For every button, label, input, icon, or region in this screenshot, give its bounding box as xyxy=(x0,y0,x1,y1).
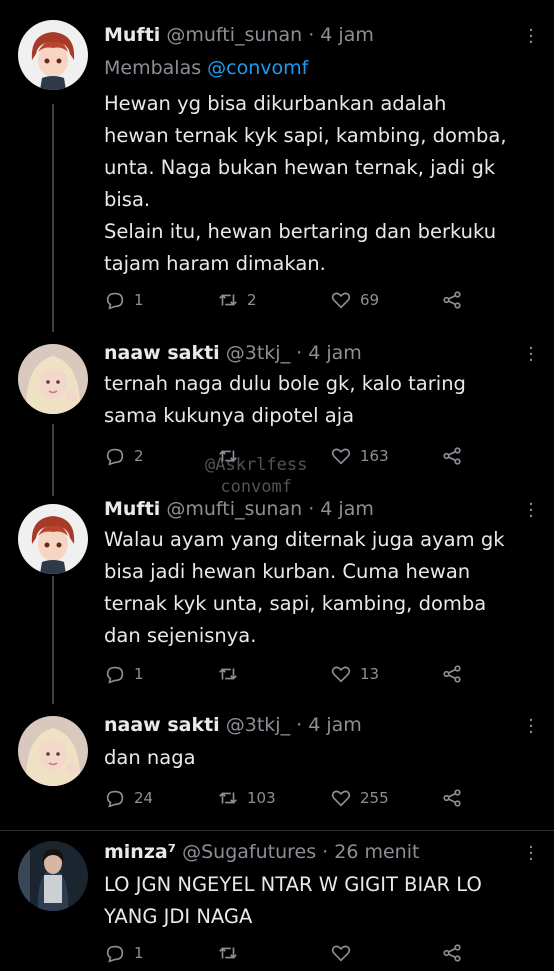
share-icon xyxy=(443,789,461,807)
tweet-actions: 1 2 69 xyxy=(104,288,484,312)
timestamp[interactable]: · 4 jam xyxy=(308,24,374,46)
retweet-icon xyxy=(219,294,237,306)
like-button[interactable]: 13 xyxy=(330,662,379,686)
reply-button[interactable]: 1 xyxy=(104,288,144,312)
heart-icon xyxy=(331,666,351,683)
timestamp[interactable]: · 4 jam xyxy=(296,342,362,364)
like-button[interactable] xyxy=(330,941,360,965)
reply-button[interactable]: 1 xyxy=(104,662,144,686)
tweet-actions: 1 xyxy=(104,941,484,965)
reply-count: 1 xyxy=(134,291,144,309)
tweet[interactable]: Mufti @mufti_sunan · 4 jam · · · Walau aya… xyxy=(0,490,554,702)
reply-count: 1 xyxy=(134,944,144,962)
tweet[interactable]: minza⁷ @Sugafutures · 26 menit · · · LO JG… xyxy=(0,831,554,971)
reply-count: 2 xyxy=(134,447,144,465)
display-name[interactable]: minza⁷ xyxy=(104,841,176,863)
reply-icon xyxy=(106,666,124,684)
like-button[interactable]: 69 xyxy=(330,288,379,312)
display-name[interactable]: naaw sakti xyxy=(104,342,220,364)
handle[interactable]: @mufti_sunan xyxy=(166,24,302,46)
share-icon xyxy=(443,665,461,683)
heart-icon xyxy=(331,790,351,807)
like-count: 255 xyxy=(360,789,389,807)
more-options-icon[interactable]: · · · xyxy=(528,839,534,869)
more-options-icon[interactable]: · · · xyxy=(528,22,534,52)
avatar[interactable] xyxy=(18,20,88,90)
handle[interactable]: @Sugafutures xyxy=(182,841,316,863)
tweet-text: Hewan yg bisa dikurbankan adalah hewan t… xyxy=(104,92,507,275)
share-button[interactable] xyxy=(441,662,463,686)
tweet-text: LO JGN NGEYEL NTAR W GIGIT BIAR LO YANG … xyxy=(104,873,482,928)
share-icon xyxy=(443,291,461,309)
tweet-actions: 24 103 255 xyxy=(104,786,484,810)
more-options-icon[interactable]: · · · xyxy=(528,496,534,526)
reply-count: 24 xyxy=(134,789,154,807)
retweet-icon xyxy=(219,792,237,804)
avatar[interactable] xyxy=(18,841,88,911)
timestamp[interactable]: · 4 jam xyxy=(296,714,362,736)
retweet-button[interactable] xyxy=(217,941,247,965)
replying-to-handle[interactable]: @convomf xyxy=(207,57,308,79)
like-count: 163 xyxy=(360,447,389,465)
retweet-count: 103 xyxy=(247,789,276,807)
display-name[interactable]: naaw sakti xyxy=(104,714,220,736)
more-options-icon[interactable]: · · · xyxy=(528,712,534,742)
anime-boy-avatar-icon xyxy=(18,504,88,574)
share-button[interactable] xyxy=(441,444,463,468)
share-button[interactable] xyxy=(441,786,463,810)
timestamp[interactable]: · 4 jam xyxy=(308,498,374,520)
more-options-icon[interactable]: · · · xyxy=(528,340,534,370)
retweet-button[interactable]: 2 xyxy=(217,288,257,312)
tweet-text: ternah naga dulu bole gk, kalo taring sa… xyxy=(104,372,466,427)
girl-photo-avatar-icon xyxy=(18,716,88,786)
person-photo-avatar-icon xyxy=(18,841,88,911)
handle[interactable]: @3tkj_ xyxy=(226,342,290,364)
tweet[interactable]: naaw sakti @3tkj_ · 4 jam · · · dan naga 2… xyxy=(0,702,554,830)
reply-button[interactable]: 24 xyxy=(104,786,153,810)
retweet-icon xyxy=(219,668,237,680)
like-button[interactable]: 255 xyxy=(330,786,389,810)
share-button[interactable] xyxy=(441,288,463,312)
avatar[interactable] xyxy=(18,716,88,786)
tweet-text: dan naga xyxy=(104,746,196,769)
handle[interactable]: @3tkj_ xyxy=(226,714,290,736)
handle[interactable]: @mufti_sunan xyxy=(166,498,302,520)
tweet-actions: 1 13 xyxy=(104,662,484,686)
tweet-text: Walau ayam yang diternak juga ayam gk bi… xyxy=(104,528,505,647)
retweet-button[interactable] xyxy=(217,662,247,686)
anime-boy-avatar-icon xyxy=(18,20,88,90)
reply-count: 1 xyxy=(134,665,144,683)
reply-button[interactable]: 2 xyxy=(104,444,144,468)
share-icon xyxy=(443,944,461,962)
retweet-icon xyxy=(219,947,237,959)
retweet-button[interactable]: 103 xyxy=(217,786,276,810)
girl-photo-avatar-icon xyxy=(18,344,88,414)
retweet-count: 2 xyxy=(247,291,257,309)
display-name[interactable]: Mufti xyxy=(104,498,160,520)
reply-icon xyxy=(106,945,124,963)
replying-to: Membalas @convomf xyxy=(104,57,308,79)
reply-icon xyxy=(106,448,124,466)
heart-icon xyxy=(331,945,351,962)
heart-icon xyxy=(331,448,351,465)
avatar[interactable] xyxy=(18,504,88,574)
display-name[interactable]: Mufti xyxy=(104,24,160,46)
heart-icon xyxy=(331,292,351,309)
avatar[interactable] xyxy=(18,344,88,414)
like-button[interactable]: 163 xyxy=(330,444,389,468)
share-button[interactable] xyxy=(441,941,463,965)
watermark-line: @Askrlfess xyxy=(205,455,308,475)
share-icon xyxy=(443,447,461,465)
tweet[interactable]: Mufti @mufti_sunan · 4 jam · · · Membalas … xyxy=(0,0,554,330)
reply-icon xyxy=(106,790,124,808)
timestamp[interactable]: · 26 menit xyxy=(322,841,419,863)
like-count: 13 xyxy=(360,665,380,683)
reply-icon xyxy=(106,292,124,310)
reply-button[interactable]: 1 xyxy=(104,941,144,965)
replying-to-label: Membalas xyxy=(104,57,202,79)
like-count: 69 xyxy=(360,291,380,309)
